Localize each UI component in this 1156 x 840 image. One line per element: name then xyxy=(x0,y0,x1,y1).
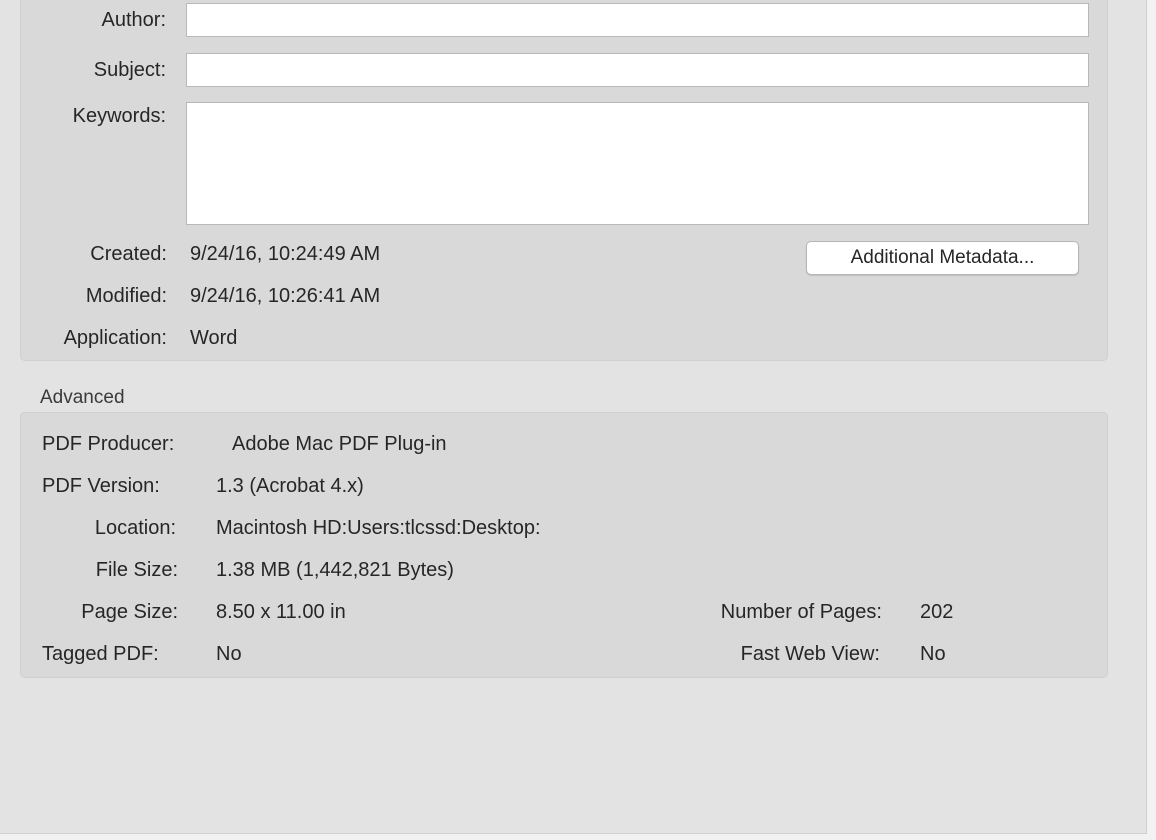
advanced-group xyxy=(20,412,1108,678)
fast-web-view-value: No xyxy=(920,643,946,665)
location-value: Macintosh HD:Users:tlcssd:Desktop: xyxy=(216,517,541,539)
modified-value: 9/24/16, 10:26:41 AM xyxy=(190,285,381,307)
pdf-version-label: PDF Version: xyxy=(42,475,160,497)
author-label: Author: xyxy=(101,9,166,31)
keywords-field[interactable] xyxy=(186,102,1089,225)
application-label: Application: xyxy=(63,327,167,349)
document-properties-window: Author: Subject: Keywords: Created: 9/24… xyxy=(0,0,1147,834)
additional-metadata-button[interactable]: Additional Metadata... xyxy=(806,241,1079,275)
subject-field[interactable] xyxy=(186,53,1089,87)
pdf-version-value: 1.3 (Acrobat 4.x) xyxy=(216,475,364,497)
tagged-pdf-value: No xyxy=(216,643,242,665)
pdf-producer-label: PDF Producer: xyxy=(42,433,175,455)
created-value: 9/24/16, 10:24:49 AM xyxy=(190,243,381,265)
application-value: Word xyxy=(190,327,238,349)
modified-label: Modified: xyxy=(85,285,167,307)
file-size-label: File Size: xyxy=(95,559,178,581)
tagged-pdf-label: Tagged PDF: xyxy=(42,643,159,665)
author-field[interactable] xyxy=(186,3,1089,37)
keywords-label: Keywords: xyxy=(72,105,166,127)
pdf-producer-value: Adobe Mac PDF Plug-in xyxy=(232,433,447,455)
page-size-label: Page Size: xyxy=(81,601,178,623)
created-label: Created: xyxy=(90,243,167,265)
number-of-pages-label: Number of Pages: xyxy=(720,601,882,623)
page-size-value: 8.50 x 11.00 in xyxy=(216,601,346,623)
window-edge-bottom xyxy=(0,834,1156,840)
window-edge-right xyxy=(1147,0,1156,840)
number-of-pages-value: 202 xyxy=(920,601,954,623)
advanced-section-title: Advanced xyxy=(40,387,125,408)
subject-label: Subject: xyxy=(93,59,166,81)
fast-web-view-label: Fast Web View: xyxy=(740,643,880,665)
file-size-value: 1.38 MB (1,442,821 Bytes) xyxy=(216,559,454,581)
location-label: Location: xyxy=(94,517,176,539)
